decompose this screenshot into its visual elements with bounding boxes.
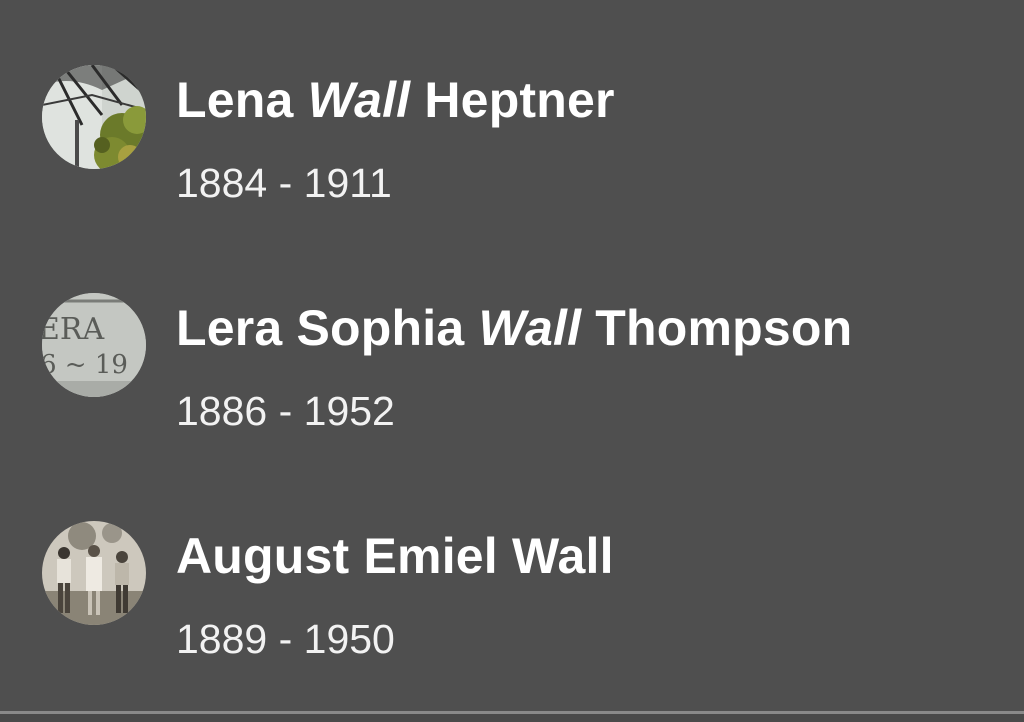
life-dates: 1886 - 1952 [176,388,395,434]
people-list: Lena Wall Heptner 1884 - 1911 ERA 6 ~ 19… [0,0,1024,712]
person-row-august-emiel-wall[interactable]: August Emiel Wall 1889 - 1950 [0,516,1024,666]
first-name: Lena [176,72,294,128]
person-row-lena-wall-heptner[interactable]: Lena Wall Heptner 1884 - 1911 [0,60,1024,210]
gravestone-text-bottom: 6 ~ 19 [42,350,128,380]
group-photo-thumbnail-icon[interactable] [42,521,146,625]
first-name: Lera Sophia [176,300,465,356]
person-row-lera-sophia-wall-thompson[interactable]: ERA 6 ~ 19 Lera Sophia Wall Thompson 188… [0,288,1024,438]
full-name: August Emiel Wall [176,528,614,584]
person-name[interactable]: Lera Sophia Wall Thompson [176,298,852,358]
gravestone-text-top: ERA [42,312,104,347]
bottom-strip [0,714,1024,722]
life-dates: 1889 - 1950 [176,616,395,662]
gravestone-photo-thumbnail-icon[interactable]: ERA 6 ~ 19 [42,293,146,397]
last-name: Heptner [424,72,615,128]
life-dates: 1884 - 1911 [176,160,392,206]
person-name[interactable]: August Emiel Wall [176,526,614,586]
last-name: Thompson [595,300,853,356]
maiden-name: Wall [478,300,582,356]
maiden-name: Wall [307,72,411,128]
person-name[interactable]: Lena Wall Heptner [176,70,615,130]
tree-photo-thumbnail-icon[interactable] [42,65,146,169]
